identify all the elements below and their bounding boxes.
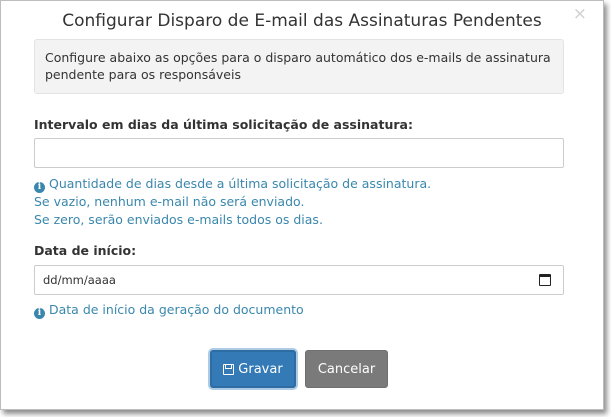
interval-input[interactable] — [34, 138, 564, 168]
interval-help-line-3: Se zero, serão enviados e-mails todos os… — [34, 211, 323, 227]
cancel-button-label: Cancelar — [317, 361, 376, 377]
start-date-label: Data de início: — [34, 243, 137, 258]
info-icon: i — [34, 308, 45, 319]
interval-help-line-2: Se vazio, nenhum e-mail não será enviado… — [34, 194, 305, 209]
interval-help-line-1: i Quantidade de dias desde a última solic… — [34, 175, 431, 193]
info-box: Configure abaixo as opções para o dispar… — [34, 39, 564, 94]
start-date-help: i Data de início da geração do documento — [34, 301, 304, 319]
info-icon: i — [34, 182, 45, 193]
start-date-help-text: Data de início da geração do documento — [49, 302, 304, 317]
cancel-button[interactable]: Cancelar — [305, 350, 388, 388]
dialog-title: Configurar Disparo de E-mail das Assinat… — [62, 11, 542, 31]
save-button-label: Gravar — [238, 361, 283, 377]
interval-help-text-1: Quantidade de dias desde a última solici… — [49, 176, 432, 191]
save-button[interactable]: Gravar — [210, 350, 296, 388]
modal-dialog: × Configurar Disparo de E-mail das Assin… — [0, 0, 604, 410]
interval-label: Intervalo em dias da última solicitação … — [34, 117, 413, 132]
floppy-disk-icon — [223, 363, 235, 375]
start-date-input[interactable]: dd/mm/aaaa — [34, 265, 564, 295]
interval-help: i Quantidade de dias desde a última solic… — [34, 175, 431, 228]
start-date-placeholder: dd/mm/aaaa — [43, 273, 116, 287]
calendar-icon[interactable] — [539, 274, 551, 286]
